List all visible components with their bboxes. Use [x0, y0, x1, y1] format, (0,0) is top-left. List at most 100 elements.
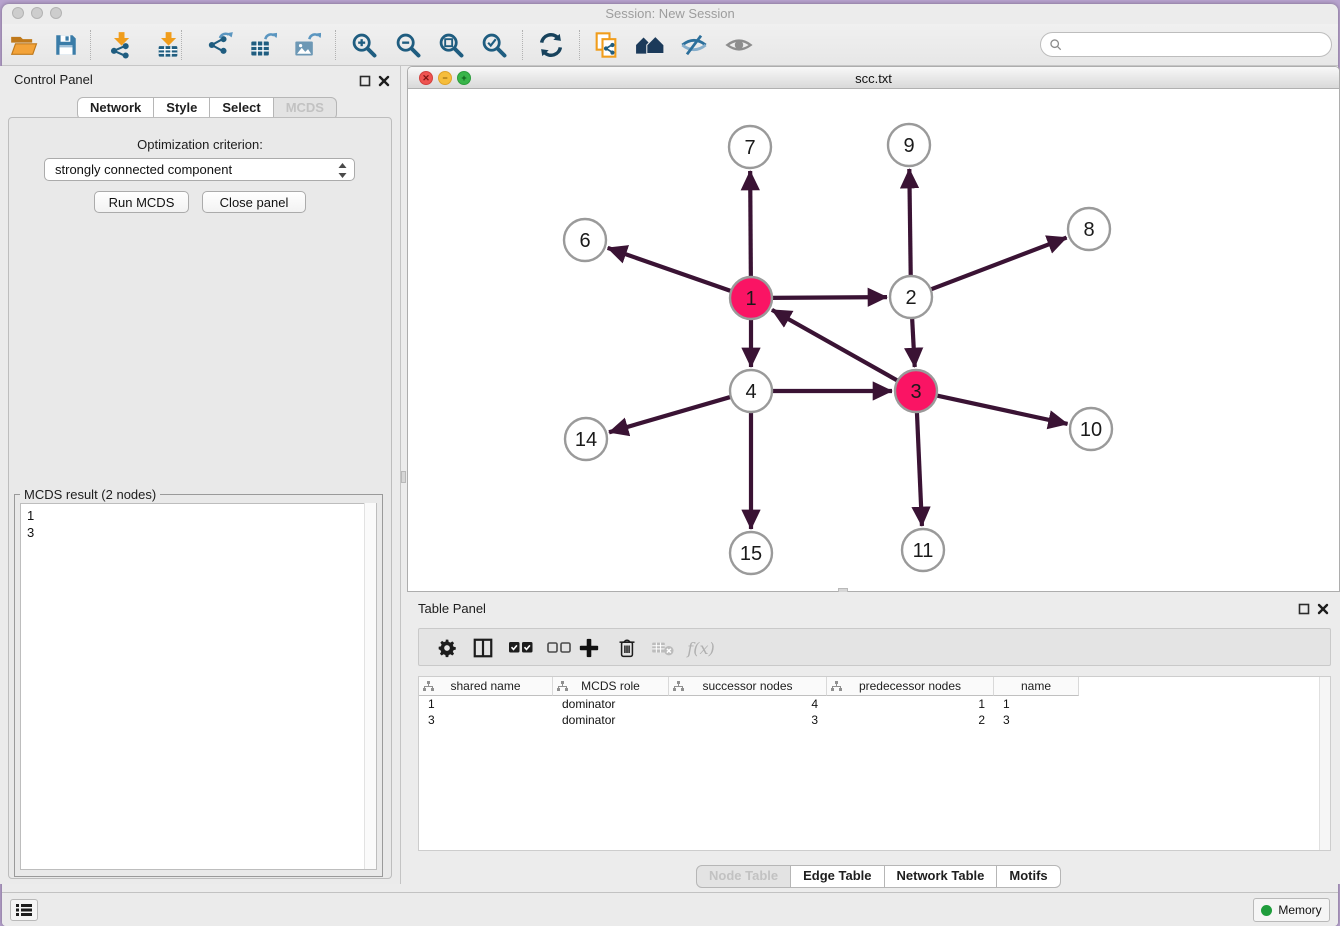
refresh-icon[interactable] — [534, 28, 568, 62]
mcds-result-list[interactable]: 1 3 — [20, 503, 377, 870]
column-header-label: shared name — [450, 679, 520, 693]
eye-icon[interactable] — [722, 28, 756, 62]
function-builder-icon[interactable]: f(x) — [685, 632, 717, 664]
search-box[interactable] — [1040, 32, 1332, 57]
deselect-all-checks-icon[interactable] — [543, 632, 575, 664]
add-column-icon[interactable] — [573, 632, 605, 664]
cell-name[interactable]: 1 — [994, 696, 1079, 712]
import-table-icon[interactable] — [151, 28, 185, 62]
table-row[interactable]: 1dominator411 — [419, 696, 1079, 712]
node-table: shared name MCDS role successor nodes prede… — [418, 676, 1331, 851]
graph-edge-2-3[interactable] — [912, 316, 915, 367]
export-network-icon[interactable] — [203, 28, 237, 62]
task-history-button[interactable] — [10, 899, 38, 921]
export-table-icon[interactable] — [246, 28, 280, 62]
export-image-icon[interactable] — [290, 28, 324, 62]
table-float-panel-icon[interactable] — [1298, 602, 1310, 620]
cell-name[interactable]: 3 — [994, 712, 1079, 728]
control-panel-title: Control Panel — [14, 72, 93, 87]
memory-status-dot — [1261, 905, 1272, 916]
zoom-out-icon[interactable] — [391, 28, 425, 62]
tab-network-table[interactable]: Network Table — [885, 865, 998, 888]
graph-node-label-1: 1 — [745, 288, 756, 310]
graph-edge-1-2[interactable] — [770, 297, 887, 298]
app-title: Session: New Session — [0, 6, 1340, 21]
cell-predecessor-nodes[interactable]: 2 — [827, 712, 994, 728]
delete-column-icon[interactable] — [611, 632, 643, 664]
graph-edge-2-9[interactable] — [909, 169, 910, 278]
network-window: ✕ − + scc.txt 7968124314101511 — [407, 66, 1340, 592]
table-header-row: shared name MCDS role successor nodes prede… — [419, 677, 1079, 696]
cell-successor-nodes[interactable]: 4 — [669, 696, 827, 712]
graph-edge-2-8[interactable] — [929, 238, 1067, 291]
result-scrollbar[interactable] — [364, 503, 376, 869]
search-icon — [1049, 38, 1062, 51]
criterion-select[interactable]: strongly connected component — [44, 158, 355, 181]
tab-node-table[interactable]: Node Table — [696, 865, 791, 888]
run-mcds-button[interactable]: Run MCDS — [94, 191, 189, 213]
graph-edge-4-14[interactable] — [609, 396, 733, 432]
graph-edge-3-10[interactable] — [935, 395, 1068, 424]
control-panel: Control Panel NetworkStyleSelectMCDS Opt… — [0, 66, 401, 884]
column-header-label: name — [1021, 679, 1051, 693]
criterion-select-value: strongly connected component — [55, 162, 232, 177]
column-header-label: MCDS role — [581, 679, 640, 693]
graph-edge-3-11[interactable] — [917, 410, 922, 526]
graph-node-label-2: 2 — [905, 287, 916, 309]
zoom-in-icon[interactable] — [347, 28, 381, 62]
search-input[interactable] — [1067, 37, 1331, 52]
column-header-name[interactable]: name — [994, 677, 1079, 696]
delete-table-icon[interactable] — [647, 632, 679, 664]
graph-node-label-8: 8 — [1083, 219, 1094, 241]
show-column-icon[interactable] — [467, 632, 499, 664]
graph-node-label-6: 6 — [579, 230, 590, 252]
save-icon[interactable] — [49, 28, 83, 62]
mcds-result-title: MCDS result (2 nodes) — [20, 487, 160, 502]
graph-node-label-10: 10 — [1080, 419, 1102, 441]
column-header-successor-nodes[interactable]: successor nodes — [669, 677, 827, 696]
column-header-predecessor-nodes[interactable]: predecessor nodes — [827, 677, 994, 696]
graph-edge-1-7[interactable] — [750, 171, 751, 279]
table-panel: Table Panel f(x) shared name — [407, 592, 1340, 884]
fx-label: f(x) — [687, 639, 714, 658]
table-panel-tabs: Node TableEdge TableNetwork TableMotifs — [696, 865, 1061, 888]
select-all-checks-icon[interactable] — [505, 632, 537, 664]
network-canvas[interactable]: 7968124314101511 — [408, 89, 1339, 591]
houses-icon[interactable] — [633, 28, 667, 62]
memory-button[interactable]: Memory — [1253, 898, 1330, 922]
graph-edge-1-6[interactable] — [608, 248, 733, 292]
cell-shared-name[interactable]: 1 — [419, 696, 553, 712]
table-close-panel-icon[interactable] — [1317, 602, 1329, 620]
optimization-criterion-label: Optimization criterion: — [0, 137, 400, 152]
status-bar: Memory — [2, 892, 1338, 926]
float-panel-icon[interactable] — [359, 74, 371, 92]
graph-edge-3-1[interactable] — [772, 310, 900, 382]
cell-MCDS-role[interactable]: dominator — [553, 696, 669, 712]
vertical-splitter-handle[interactable] — [401, 471, 406, 483]
close-panel-icon[interactable] — [378, 74, 390, 92]
tab-motifs[interactable]: Motifs — [997, 865, 1060, 888]
new-network-from-selection-icon[interactable] — [589, 28, 623, 62]
column-header-MCDS-role[interactable]: MCDS role — [553, 677, 669, 696]
table-scrollbar[interactable] — [1319, 677, 1330, 850]
import-network-icon[interactable] — [104, 28, 138, 62]
eye-slash-icon[interactable] — [677, 28, 711, 62]
table-row[interactable]: 3dominator323 — [419, 712, 1079, 728]
column-header-label: successor nodes — [702, 679, 792, 693]
select-stepper-icon — [337, 162, 348, 182]
cell-shared-name[interactable]: 3 — [419, 712, 553, 728]
zoom-fit-icon[interactable] — [434, 28, 468, 62]
zoom-selected-icon[interactable] — [477, 28, 511, 62]
graph-node-label-7: 7 — [744, 137, 755, 159]
close-panel-button[interactable]: Close panel — [202, 191, 306, 213]
tab-edge-table[interactable]: Edge Table — [791, 865, 884, 888]
cell-predecessor-nodes[interactable]: 1 — [827, 696, 994, 712]
network-titlebar: ✕ − + scc.txt — [408, 67, 1339, 89]
cell-successor-nodes[interactable]: 3 — [669, 712, 827, 728]
graph-node-label-3: 3 — [910, 381, 921, 403]
open-folder-icon[interactable] — [7, 28, 41, 62]
cell-MCDS-role[interactable]: dominator — [553, 712, 669, 728]
column-header-shared-name[interactable]: shared name — [419, 677, 553, 696]
graph-node-label-15: 15 — [740, 543, 762, 565]
settings-gear-icon[interactable] — [431, 632, 463, 664]
